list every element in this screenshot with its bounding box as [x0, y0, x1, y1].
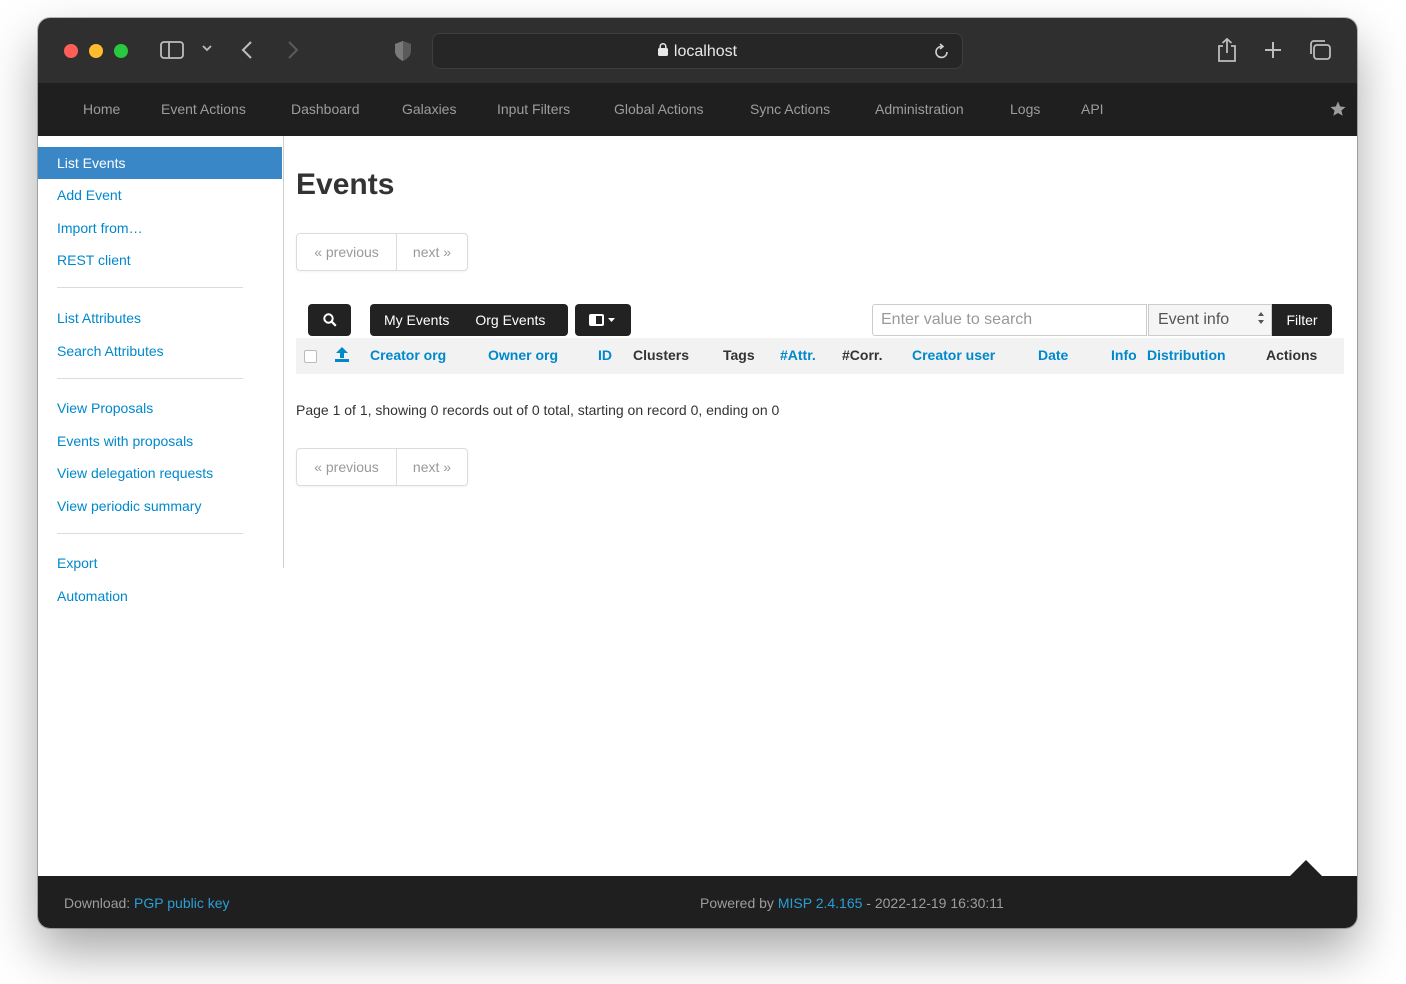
upload-icon[interactable]	[334, 346, 350, 366]
column-id[interactable]: ID	[598, 347, 612, 363]
search-icon	[322, 313, 337, 330]
url-text: localhost	[673, 43, 738, 60]
events-table-header: Creator org Owner org ID Clusters Tags #…	[296, 338, 1344, 374]
filter-button[interactable]: Filter	[1272, 304, 1332, 336]
nav-administration[interactable]: Administration	[875, 101, 964, 117]
misp-version-link[interactable]: MISP 2.4.165	[778, 895, 863, 911]
column-creator-org[interactable]: Creator org	[370, 347, 446, 363]
previous-page-link[interactable]: « previous	[297, 234, 397, 270]
sidebar-divider	[57, 533, 243, 534]
sidebar-item-view-delegation-requests[interactable]: View delegation requests	[38, 457, 282, 489]
forward-icon[interactable]	[286, 40, 300, 60]
footer: Download: PGP public key Powered by MISP…	[38, 876, 1357, 928]
lock-icon	[657, 43, 668, 61]
select-all-checkbox[interactable]	[304, 350, 317, 363]
column-corr-count: #Corr.	[842, 347, 883, 363]
column-distribution[interactable]: Distribution	[1147, 347, 1226, 363]
column-tags: Tags	[723, 347, 755, 363]
nav-input-filters[interactable]: Input Filters	[497, 101, 570, 117]
star-icon[interactable]	[1329, 100, 1347, 123]
previous-page-link[interactable]: « previous	[297, 449, 397, 485]
column-owner-org[interactable]: Owner org	[488, 347, 558, 363]
nav-sync-actions[interactable]: Sync Actions	[750, 101, 830, 117]
reload-icon[interactable]	[934, 42, 950, 65]
org-events-button[interactable]: Org Events	[475, 304, 545, 336]
sidebar-item-list-events[interactable]: List Events	[38, 147, 282, 179]
event-scope-button-group: My Events Org Events	[370, 304, 568, 336]
sidebar-divider	[57, 287, 243, 288]
nav-logs[interactable]: Logs	[1010, 101, 1040, 117]
column-info[interactable]: Info	[1111, 347, 1137, 363]
nav-galaxies[interactable]: Galaxies	[402, 101, 456, 117]
nav-dashboard[interactable]: Dashboard	[291, 101, 360, 117]
sidebar-item-view-proposals[interactable]: View Proposals	[38, 392, 282, 424]
footer-timestamp: - 2022-12-19 16:30:11	[866, 895, 1004, 911]
sidebar-item-search-attributes[interactable]: Search Attributes	[38, 335, 282, 367]
minimize-window-button[interactable]	[89, 44, 103, 58]
chevron-down-icon[interactable]	[201, 42, 213, 54]
column-toggle-button[interactable]	[575, 304, 631, 336]
nav-event-actions[interactable]: Event Actions	[161, 101, 246, 117]
browser-toolbar: localhost	[38, 18, 1357, 83]
search-input[interactable]	[872, 304, 1147, 336]
browser-window: localhost Home Event Actions Dashboard G…	[38, 18, 1357, 928]
search-toggle-button[interactable]	[308, 304, 351, 336]
search-field-value: Event info	[1158, 311, 1230, 328]
close-window-button[interactable]	[64, 44, 78, 58]
sidebar-item-rest-client[interactable]: REST client	[38, 244, 282, 276]
next-page-link[interactable]: next »	[397, 449, 467, 485]
columns-icon	[588, 314, 618, 330]
pagination-top: « previous next »	[296, 233, 468, 271]
records-summary: Page 1 of 1, showing 0 records out of 0 …	[296, 402, 780, 418]
sidebar-item-import-from[interactable]: Import from…	[38, 212, 282, 244]
sidebar-toggle-icon[interactable]	[160, 40, 186, 60]
sidebar-item-automation[interactable]: Automation	[38, 580, 282, 612]
nav-home[interactable]: Home	[83, 101, 120, 117]
pagination-bottom: « previous next »	[296, 448, 468, 486]
zoom-window-button[interactable]	[114, 44, 128, 58]
next-page-link[interactable]: next »	[397, 234, 467, 270]
scroll-top-caret-icon[interactable]	[1290, 860, 1322, 876]
column-date[interactable]: Date	[1038, 347, 1068, 363]
nav-global-actions[interactable]: Global Actions	[614, 101, 704, 117]
column-creator-user[interactable]: Creator user	[912, 347, 995, 363]
powered-by-label: Powered by	[700, 895, 774, 911]
column-attr-count[interactable]: #Attr.	[780, 347, 816, 363]
sidebar: List Events Add Event Import from… REST …	[38, 136, 284, 604]
tab-overview-icon[interactable]	[1308, 39, 1332, 61]
back-icon[interactable]	[240, 40, 254, 60]
top-navbar: Home Event Actions Dashboard Galaxies In…	[38, 83, 1357, 136]
download-label: Download:	[64, 895, 131, 911]
my-events-button[interactable]: My Events	[384, 304, 449, 336]
address-bar[interactable]: localhost	[432, 33, 963, 69]
sidebar-item-export[interactable]: Export	[38, 547, 282, 579]
page-title: Events	[296, 168, 395, 201]
share-icon[interactable]	[1216, 37, 1238, 63]
column-clusters: Clusters	[633, 347, 690, 363]
select-arrows-icon	[1257, 305, 1265, 328]
sidebar-divider	[57, 378, 243, 379]
new-tab-icon[interactable]	[1263, 40, 1283, 60]
privacy-shield-icon[interactable]	[394, 40, 412, 62]
sidebar-item-list-attributes[interactable]: List Attributes	[38, 302, 282, 334]
search-field-select[interactable]: Event info	[1148, 304, 1272, 336]
sidebar-item-view-periodic-summary[interactable]: View periodic summary	[38, 490, 282, 522]
sidebar-item-add-event[interactable]: Add Event	[38, 179, 282, 211]
nav-api[interactable]: API	[1081, 101, 1104, 117]
sidebar-item-events-with-proposals[interactable]: Events with proposals	[38, 425, 282, 457]
column-actions: Actions	[1266, 347, 1318, 363]
pgp-key-link[interactable]: PGP public key	[134, 895, 229, 911]
